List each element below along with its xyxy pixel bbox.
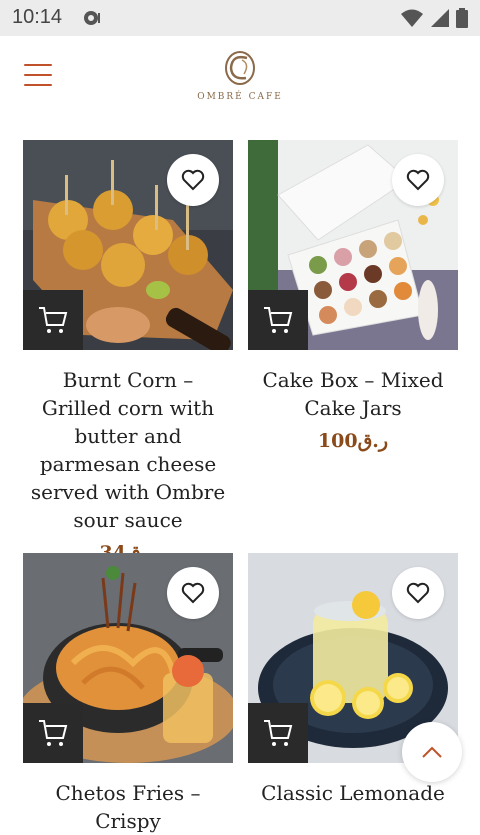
chevron-up-icon — [422, 746, 442, 758]
wishlist-button[interactable] — [392, 154, 444, 206]
product-title[interactable]: Chetos Fries – Crispy — [23, 779, 233, 835]
heart-icon — [406, 169, 430, 191]
brand-logo[interactable]: OMBRÉ CAFE — [190, 50, 290, 102]
status-bar: 10:14 — [0, 0, 480, 36]
product-title[interactable]: Burnt Corn – Grilled corn with butter an… — [23, 366, 233, 534]
scroll-to-top-button[interactable] — [402, 722, 462, 782]
notification-icon — [82, 9, 102, 32]
add-to-cart-button[interactable] — [23, 290, 83, 350]
add-to-cart-button[interactable] — [248, 703, 308, 763]
product-image[interactable] — [23, 140, 233, 350]
menu-button[interactable] — [24, 64, 52, 88]
hamburger-menu-icon — [24, 64, 52, 66]
product-card[interactable]: Cake Box – Mixed Cake Jars ر.ق100 — [248, 140, 458, 452]
product-price: ر.ق100 — [317, 430, 389, 452]
brand-name: OMBRÉ CAFE — [197, 92, 283, 102]
battery-icon — [456, 8, 468, 33]
heart-icon — [181, 169, 205, 191]
product-card[interactable]: Chetos Fries – Crispy — [23, 553, 233, 835]
logo-mark-icon — [225, 51, 255, 85]
signal-icon — [430, 8, 450, 33]
heart-icon — [406, 582, 430, 604]
site-header: OMBRÉ CAFE — [0, 36, 480, 126]
product-image[interactable] — [23, 553, 233, 763]
cart-icon — [39, 307, 68, 333]
wishlist-button[interactable] — [167, 567, 219, 619]
product-image[interactable] — [248, 140, 458, 350]
add-to-cart-button[interactable] — [248, 290, 308, 350]
wifi-icon — [400, 8, 424, 33]
cart-icon — [39, 720, 68, 746]
add-to-cart-button[interactable] — [23, 703, 83, 763]
cart-icon — [264, 307, 293, 333]
wishlist-button[interactable] — [392, 567, 444, 619]
wishlist-button[interactable] — [167, 154, 219, 206]
product-title[interactable]: Cake Box – Mixed Cake Jars — [248, 366, 458, 422]
status-time: 10:14 — [12, 6, 63, 28]
product-title[interactable]: Classic Lemonade — [248, 779, 458, 807]
product-card[interactable]: Burnt Corn – Grilled corn with butter an… — [23, 140, 233, 564]
heart-icon — [181, 582, 205, 604]
cart-icon — [264, 720, 293, 746]
